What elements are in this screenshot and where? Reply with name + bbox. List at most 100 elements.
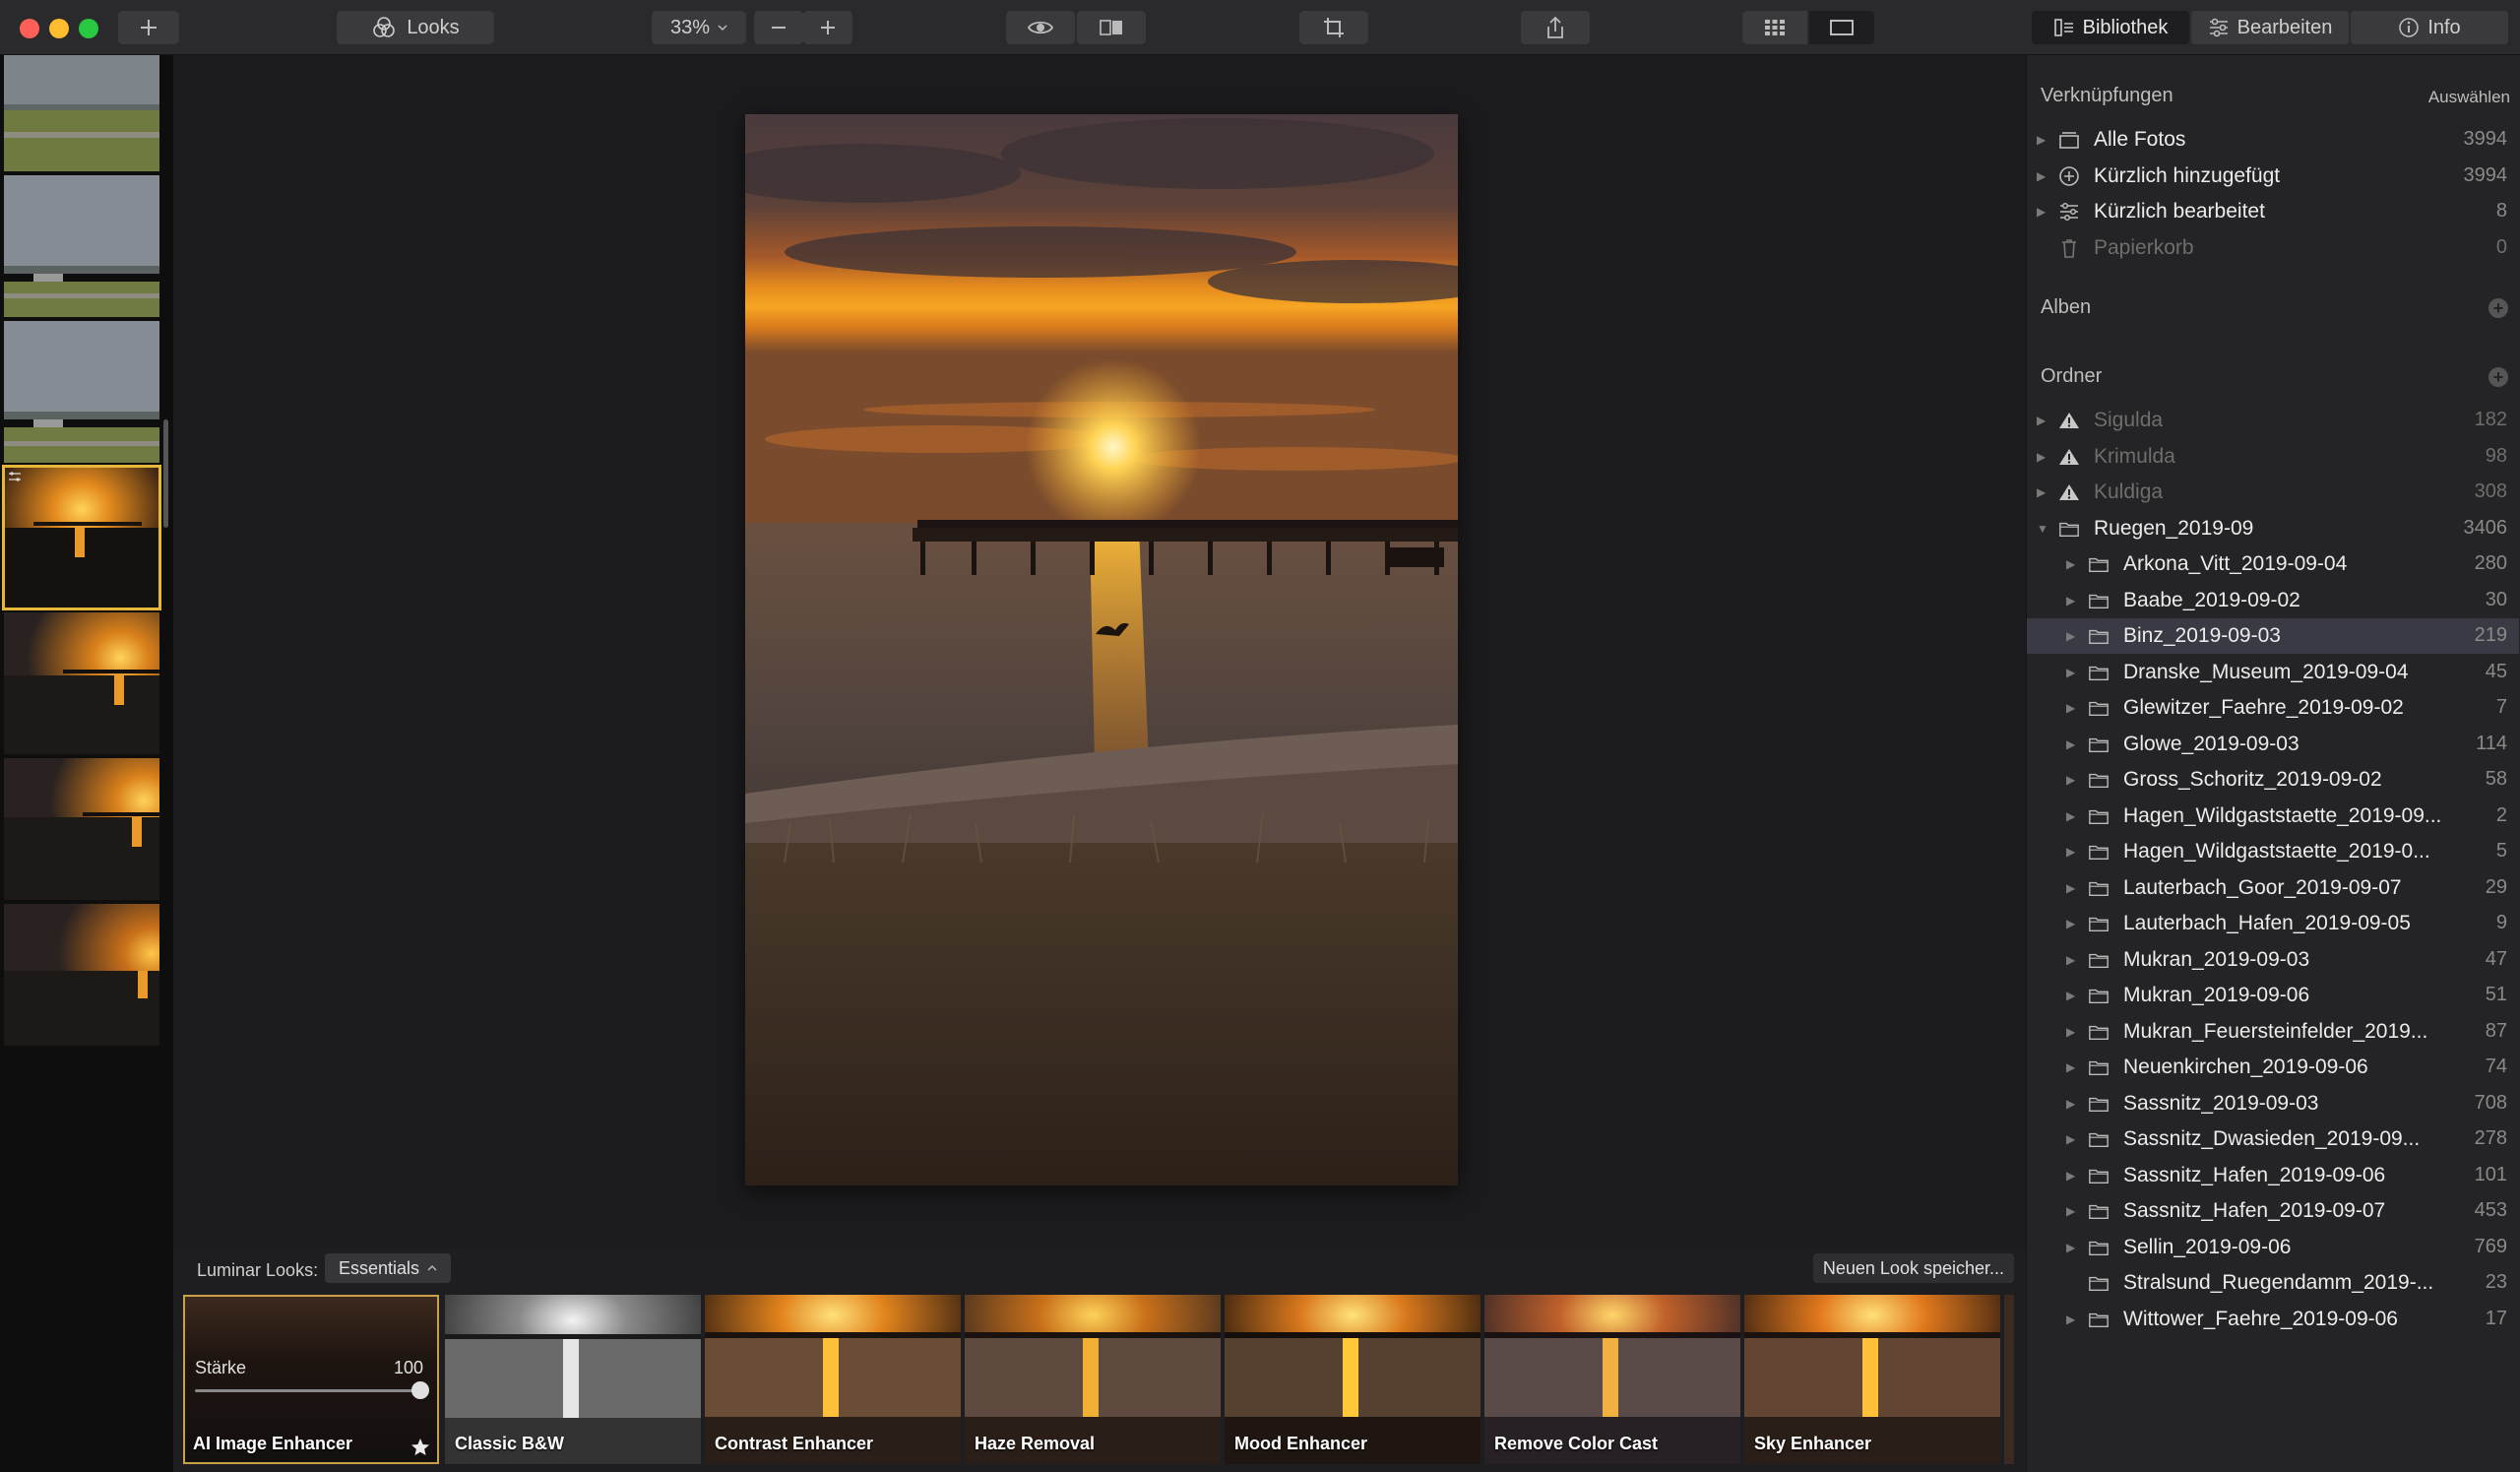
- strength-track[interactable]: [195, 1389, 417, 1392]
- disclosure-collapsed-icon[interactable]: ▶: [2066, 1025, 2075, 1039]
- filmstrip-thumbnail[interactable]: [4, 55, 159, 171]
- folder-item[interactable]: ▶ Sigulda 182: [2027, 403, 2519, 438]
- folder-item[interactable]: ▶ Glowe_2019-09-03 114: [2027, 727, 2519, 762]
- disclosure-collapsed-icon[interactable]: ▶: [2066, 1241, 2075, 1254]
- disclosure-collapsed-icon[interactable]: ▶: [2066, 1312, 2075, 1326]
- preview-toggle-button[interactable]: [1006, 11, 1075, 44]
- filmstrip-thumbnail[interactable]: [4, 321, 159, 463]
- zoom-select[interactable]: 33%: [652, 11, 746, 44]
- folder-item[interactable]: ▶ Lauterbach_Hafen_2019-09-05 9: [2027, 906, 2519, 941]
- folder-item[interactable]: ▶ Krimulda 98: [2027, 439, 2519, 475]
- add-folder-button[interactable]: +: [2488, 367, 2508, 387]
- folder-item[interactable]: ▶ Arkona_Vitt_2019-09-04 280: [2027, 546, 2519, 582]
- looks-button[interactable]: Looks: [337, 11, 494, 44]
- disclosure-collapsed-icon[interactable]: ▶: [2066, 809, 2075, 823]
- look-thumbnail[interactable]: Remove Color Cast: [1484, 1295, 1740, 1464]
- disclosure-collapsed-icon[interactable]: ▶: [2066, 701, 2075, 715]
- tab-bibliothek[interactable]: Bibliothek: [2032, 11, 2189, 44]
- folder-item[interactable]: ▶ Glewitzer_Faehre_2019-09-02 7: [2027, 690, 2519, 726]
- folder-item[interactable]: ▶ Sassnitz_Hafen_2019-09-06 101: [2027, 1158, 2519, 1193]
- shortcut-item[interactable]: ▶ Kürzlich hinzugefügt 3994: [2027, 159, 2519, 194]
- folder-item[interactable]: ▶ Lauterbach_Goor_2019-09-07 29: [2027, 870, 2519, 906]
- folder-item[interactable]: Stralsund_Ruegendamm_2019-... 23: [2027, 1265, 2519, 1301]
- disclosure-collapsed-icon[interactable]: ▶: [2066, 737, 2075, 751]
- star-icon[interactable]: [410, 1437, 431, 1458]
- folder-item[interactable]: ▶ Dranske_Museum_2019-09-04 45: [2027, 655, 2519, 690]
- look-thumbnail[interactable]: Classic B&W: [445, 1295, 701, 1464]
- disclosure-collapsed-icon[interactable]: ▶: [2066, 1060, 2075, 1074]
- folder-item[interactable]: ▶ Baabe_2019-09-02 30: [2027, 583, 2519, 618]
- look-thumbnail[interactable]: Mood Enhancer: [1225, 1295, 1480, 1464]
- look-thumbnail[interactable]: Contrast Enhancer: [705, 1295, 961, 1464]
- disclosure-collapsed-icon[interactable]: ▶: [2066, 917, 2075, 930]
- filmstrip-thumbnail[interactable]: [4, 175, 159, 317]
- folder-item[interactable]: ▶ Hagen_Wildgaststaette_2019-0... 5: [2027, 834, 2519, 869]
- disclosure-collapsed-icon[interactable]: ▶: [2066, 1132, 2075, 1146]
- folder-item[interactable]: ▶ Sellin_2019-09-06 769: [2027, 1230, 2519, 1265]
- disclosure-collapsed-icon[interactable]: ▶: [2066, 666, 2075, 679]
- disclosure-collapsed-icon[interactable]: ▶: [2066, 989, 2075, 1002]
- folder-item[interactable]: ▶ Sassnitz_Hafen_2019-09-07 453: [2027, 1193, 2519, 1229]
- window-maximize-button[interactable]: [79, 19, 98, 38]
- disclosure-collapsed-icon[interactable]: ▶: [2066, 953, 2075, 967]
- shortcut-item[interactable]: ▶ Kürzlich bearbeitet 8: [2027, 194, 2519, 229]
- add-album-button[interactable]: +: [2488, 298, 2508, 318]
- disclosure-collapsed-icon[interactable]: ▶: [2066, 594, 2075, 608]
- disclosure-collapsed-icon[interactable]: ▶: [2037, 414, 2046, 427]
- zoom-in-button[interactable]: [803, 11, 852, 44]
- filmstrip-thumbnail[interactable]: [4, 758, 159, 900]
- folder-item-selected[interactable]: ▶ Binz_2019-09-03 219: [2027, 618, 2519, 654]
- disclosure-collapsed-icon[interactable]: ▶: [2066, 557, 2075, 571]
- folder-item[interactable]: ▼ Ruegen_2019-09 3406: [2027, 511, 2519, 546]
- disclosure-collapsed-icon[interactable]: ▶: [2037, 169, 2046, 183]
- save-new-look-button[interactable]: Neuen Look speicher...: [1812, 1253, 2014, 1283]
- disclosure-collapsed-icon[interactable]: ▶: [2066, 629, 2075, 643]
- filmstrip-thumbnail[interactable]: [4, 904, 159, 1046]
- look-thumbnail-partial[interactable]: [2004, 1295, 2014, 1464]
- share-button[interactable]: [1521, 11, 1590, 44]
- zoom-out-button[interactable]: [754, 11, 803, 44]
- compare-button[interactable]: [1077, 11, 1146, 44]
- folder-item[interactable]: ▶ Sassnitz_2019-09-03 708: [2027, 1086, 2519, 1121]
- tab-info[interactable]: Info: [2351, 11, 2508, 44]
- disclosure-collapsed-icon[interactable]: ▶: [2037, 485, 2046, 499]
- disclosure-collapsed-icon[interactable]: ▶: [2066, 845, 2075, 859]
- folder-item[interactable]: ▶ Hagen_Wildgaststaette_2019-09... 2: [2027, 799, 2519, 834]
- folder-item[interactable]: ▶ Mukran_Feuersteinfelder_2019... 87: [2027, 1014, 2519, 1050]
- add-photos-button[interactable]: [118, 11, 179, 44]
- folder-item[interactable]: ▶ Gross_Schoritz_2019-09-02 58: [2027, 762, 2519, 798]
- shortcut-item[interactable]: Papierkorb 0: [2027, 230, 2519, 266]
- folder-item[interactable]: ▶ Kuldiga 308: [2027, 475, 2519, 510]
- folder-item[interactable]: ▶ Mukran_2019-09-03 47: [2027, 942, 2519, 978]
- filmstrip-thumbnail-selected[interactable]: [2, 465, 161, 610]
- window-close-button[interactable]: [20, 19, 39, 38]
- strength-handle[interactable]: [411, 1381, 429, 1399]
- filmstrip-scrollbar[interactable]: [163, 419, 168, 528]
- look-thumbnail-active[interactable]: Stärke 100 AI Image Enhancer: [183, 1295, 439, 1464]
- tab-bearbeiten[interactable]: Bearbeiten: [2191, 11, 2349, 44]
- single-view-button[interactable]: [1809, 11, 1874, 44]
- disclosure-collapsed-icon[interactable]: ▶: [2066, 881, 2075, 895]
- disclosure-collapsed-icon[interactable]: ▶: [2066, 1097, 2075, 1111]
- main-photo[interactable]: [745, 114, 1458, 1185]
- disclosure-expanded-icon[interactable]: ▼: [2037, 522, 2048, 536]
- folder-item[interactable]: ▶ Mukran_2019-09-06 51: [2027, 978, 2519, 1013]
- shortcut-item[interactable]: ▶ Alle Fotos 3994: [2027, 122, 2519, 158]
- folder-item[interactable]: ▶ Sassnitz_Dwasieden_2019-09... 278: [2027, 1121, 2519, 1157]
- look-thumbnail[interactable]: Sky Enhancer: [1744, 1295, 2000, 1464]
- crop-button[interactable]: [1299, 11, 1368, 44]
- folder-item[interactable]: ▶ Neuenkirchen_2019-09-06 74: [2027, 1050, 2519, 1085]
- disclosure-collapsed-icon[interactable]: ▶: [2037, 205, 2046, 219]
- folder-item[interactable]: ▶ Wittower_Faehre_2019-09-06 17: [2027, 1302, 2519, 1337]
- disclosure-collapsed-icon[interactable]: ▶: [2066, 1204, 2075, 1218]
- disclosure-collapsed-icon[interactable]: ▶: [2037, 133, 2046, 147]
- looks-category-select[interactable]: Essentials: [325, 1253, 452, 1283]
- disclosure-collapsed-icon[interactable]: ▶: [2066, 773, 2075, 787]
- filmstrip-thumbnail[interactable]: [4, 612, 159, 754]
- disclosure-collapsed-icon[interactable]: ▶: [2066, 1169, 2075, 1183]
- window-minimize-button[interactable]: [49, 19, 69, 38]
- select-shortcuts-button[interactable]: Auswählen: [2428, 88, 2510, 107]
- disclosure-collapsed-icon[interactable]: ▶: [2037, 450, 2046, 464]
- look-thumbnail[interactable]: Haze Removal: [965, 1295, 1221, 1464]
- gallery-view-button[interactable]: [1742, 11, 1807, 44]
